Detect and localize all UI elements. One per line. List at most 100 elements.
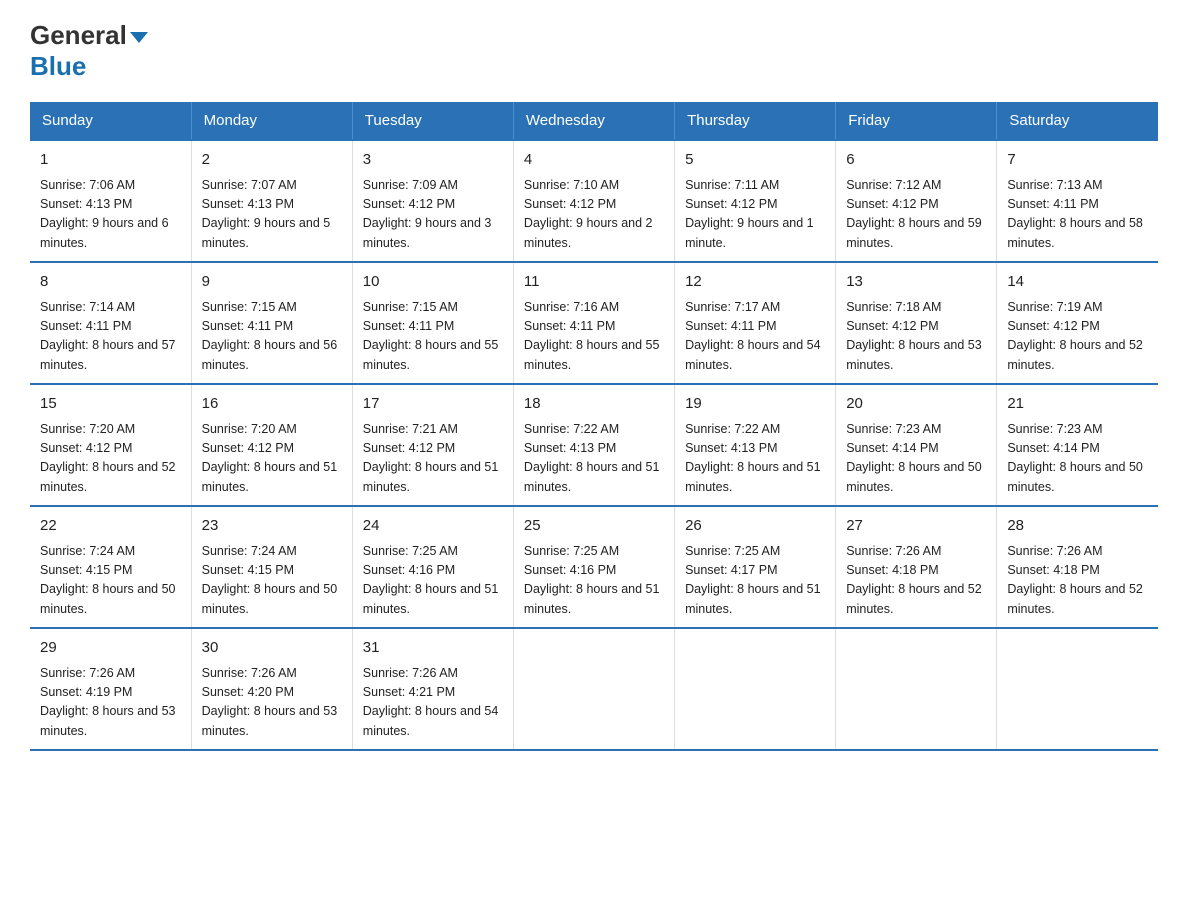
day-number: 25 [524,515,664,538]
calendar-week-row: 1 Sunrise: 7:06 AMSunset: 4:13 PMDaylight… [30,140,1158,262]
day-info: Sunrise: 7:11 AMSunset: 4:12 PMDaylight:… [685,176,825,254]
calendar-cell: 31Sunrise: 7:26 AMSunset: 4:21 PMDayligh… [352,628,513,750]
day-number: 31 [363,637,503,660]
calendar-cell [513,628,674,750]
calendar-cell: 21 Sunrise: 7:23 AMSunset: 4:14 PMDayligh… [997,384,1158,506]
day-info: Sunrise: 7:25 AMSunset: 4:16 PMDaylight:… [363,542,503,620]
day-number: 4 [524,149,664,172]
day-number: 20 [846,393,986,416]
calendar-cell: 10 Sunrise: 7:15 AMSunset: 4:11 PMDayligh… [352,262,513,384]
day-number: 8 [40,271,181,294]
day-header-monday: Monday [191,102,352,140]
calendar-cell: 12Sunrise: 7:17 AMSunset: 4:11 PMDayligh… [675,262,836,384]
day-info: Sunrise: 7:24 AMSunset: 4:15 PMDaylight:… [40,542,181,620]
day-number: 6 [846,149,986,172]
day-header-thursday: Thursday [675,102,836,140]
calendar-cell: 1 Sunrise: 7:06 AMSunset: 4:13 PMDaylight… [30,140,191,262]
day-info: Sunrise: 7:26 AMSunset: 4:18 PMDaylight:… [846,542,986,620]
day-info: Sunrise: 7:09 AMSunset: 4:12 PMDaylight:… [363,176,503,254]
calendar-cell: 9 Sunrise: 7:15 AMSunset: 4:11 PMDaylight… [191,262,352,384]
day-info: Sunrise: 7:21 AMSunset: 4:12 PMDaylight:… [363,420,503,498]
day-number: 21 [1007,393,1148,416]
day-info: Sunrise: 7:15 AMSunset: 4:11 PMDaylight:… [363,298,503,376]
day-number: 19 [685,393,825,416]
calendar-week-row: 15 Sunrise: 7:20 AMSunset: 4:12 PMDayligh… [30,384,1158,506]
calendar-cell: 6 Sunrise: 7:12 AMSunset: 4:12 PMDaylight… [836,140,997,262]
calendar-cell: 16 Sunrise: 7:20 AMSunset: 4:12 PMDayligh… [191,384,352,506]
calendar-cell: 23Sunrise: 7:24 AMSunset: 4:15 PMDayligh… [191,506,352,628]
day-number: 10 [363,271,503,294]
day-number: 11 [524,271,664,294]
day-info: Sunrise: 7:16 AMSunset: 4:11 PMDaylight:… [524,298,664,376]
calendar-cell: 5 Sunrise: 7:11 AMSunset: 4:12 PMDaylight… [675,140,836,262]
day-info: Sunrise: 7:23 AMSunset: 4:14 PMDaylight:… [1007,420,1148,498]
calendar-cell: 29 Sunrise: 7:26 AMSunset: 4:19 PMDayligh… [30,628,191,750]
day-info: Sunrise: 7:25 AMSunset: 4:17 PMDaylight:… [685,542,825,620]
day-number: 29 [40,637,181,660]
day-info: Sunrise: 7:19 AMSunset: 4:12 PMDaylight:… [1007,298,1148,376]
day-info: Sunrise: 7:20 AMSunset: 4:12 PMDaylight:… [202,420,342,498]
day-number: 24 [363,515,503,538]
day-number: 2 [202,149,342,172]
header: General Blue [30,20,1158,82]
day-header-wednesday: Wednesday [513,102,674,140]
day-number: 14 [1007,271,1148,294]
day-number: 30 [202,637,342,660]
calendar-cell: 19 Sunrise: 7:22 AMSunset: 4:13 PMDayligh… [675,384,836,506]
calendar-table: SundayMondayTuesdayWednesdayThursdayFrid… [30,102,1158,751]
day-info: Sunrise: 7:15 AMSunset: 4:11 PMDaylight:… [202,298,342,376]
calendar-cell [675,628,836,750]
calendar-cell: 25 Sunrise: 7:25 AMSunset: 4:16 PMDayligh… [513,506,674,628]
day-info: Sunrise: 7:26 AMSunset: 4:19 PMDaylight:… [40,664,181,742]
calendar-cell: 24 Sunrise: 7:25 AMSunset: 4:16 PMDayligh… [352,506,513,628]
day-number: 9 [202,271,342,294]
calendar-cell: 15 Sunrise: 7:20 AMSunset: 4:12 PMDayligh… [30,384,191,506]
day-number: 23 [202,515,342,538]
day-info: Sunrise: 7:06 AMSunset: 4:13 PMDaylight:… [40,176,181,254]
calendar-cell: 27 Sunrise: 7:26 AMSunset: 4:18 PMDayligh… [836,506,997,628]
day-number: 28 [1007,515,1148,538]
calendar-cell: 22 Sunrise: 7:24 AMSunset: 4:15 PMDayligh… [30,506,191,628]
calendar-cell: 11 Sunrise: 7:16 AMSunset: 4:11 PMDayligh… [513,262,674,384]
day-number: 26 [685,515,825,538]
logo-text-blue: Blue [30,51,86,82]
day-info: Sunrise: 7:22 AMSunset: 4:13 PMDaylight:… [524,420,664,498]
calendar-cell: 30 Sunrise: 7:26 AMSunset: 4:20 PMDayligh… [191,628,352,750]
calendar-cell: 17Sunrise: 7:21 AMSunset: 4:12 PMDayligh… [352,384,513,506]
day-header-saturday: Saturday [997,102,1158,140]
day-info: Sunrise: 7:20 AMSunset: 4:12 PMDaylight:… [40,420,181,498]
calendar-cell: 4 Sunrise: 7:10 AMSunset: 4:12 PMDaylight… [513,140,674,262]
day-number: 16 [202,393,342,416]
day-header-sunday: Sunday [30,102,191,140]
day-header-friday: Friday [836,102,997,140]
day-number: 12 [685,271,825,294]
day-info: Sunrise: 7:26 AMSunset: 4:20 PMDaylight:… [202,664,342,742]
logo-arrow-icon [130,32,148,43]
calendar-cell: 8 Sunrise: 7:14 AMSunset: 4:11 PMDaylight… [30,262,191,384]
day-number: 22 [40,515,181,538]
day-info: Sunrise: 7:12 AMSunset: 4:12 PMDaylight:… [846,176,986,254]
calendar-cell: 26 Sunrise: 7:25 AMSunset: 4:17 PMDayligh… [675,506,836,628]
day-info: Sunrise: 7:22 AMSunset: 4:13 PMDaylight:… [685,420,825,498]
calendar-cell: 14 Sunrise: 7:19 AMSunset: 4:12 PMDayligh… [997,262,1158,384]
calendar-cell: 13Sunrise: 7:18 AMSunset: 4:12 PMDayligh… [836,262,997,384]
day-number: 27 [846,515,986,538]
calendar-cell [997,628,1158,750]
day-number: 3 [363,149,503,172]
calendar-cell: 18Sunrise: 7:22 AMSunset: 4:13 PMDayligh… [513,384,674,506]
calendar-header-row: SundayMondayTuesdayWednesdayThursdayFrid… [30,102,1158,140]
calendar-cell: 20Sunrise: 7:23 AMSunset: 4:14 PMDayligh… [836,384,997,506]
day-number: 15 [40,393,181,416]
day-info: Sunrise: 7:10 AMSunset: 4:12 PMDaylight:… [524,176,664,254]
calendar-week-row: 8 Sunrise: 7:14 AMSunset: 4:11 PMDaylight… [30,262,1158,384]
day-info: Sunrise: 7:25 AMSunset: 4:16 PMDaylight:… [524,542,664,620]
calendar-cell: 3 Sunrise: 7:09 AMSunset: 4:12 PMDaylight… [352,140,513,262]
calendar-cell: 7Sunrise: 7:13 AMSunset: 4:11 PMDaylight… [997,140,1158,262]
day-number: 1 [40,149,181,172]
day-number: 7 [1007,149,1148,172]
day-header-tuesday: Tuesday [352,102,513,140]
day-number: 5 [685,149,825,172]
calendar-week-row: 29 Sunrise: 7:26 AMSunset: 4:19 PMDayligh… [30,628,1158,750]
day-info: Sunrise: 7:26 AMSunset: 4:18 PMDaylight:… [1007,542,1148,620]
day-info: Sunrise: 7:14 AMSunset: 4:11 PMDaylight:… [40,298,181,376]
